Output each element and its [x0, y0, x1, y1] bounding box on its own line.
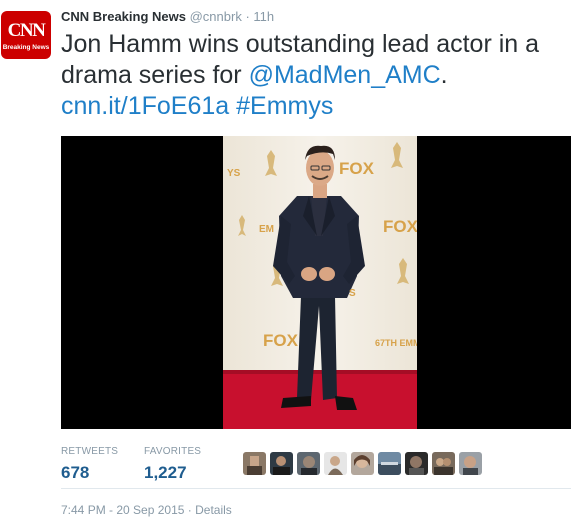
favoriter-avatar[interactable]	[243, 452, 266, 475]
favoriter-avatar[interactable]	[324, 452, 347, 475]
backdrop-fox-2: FOX	[383, 217, 417, 236]
cnn-avatar[interactable]: CNN Breaking News	[1, 11, 51, 59]
favorites-stat[interactable]: FAVORITES 1,227	[144, 446, 201, 483]
avatar-subtext: Breaking News	[2, 43, 50, 51]
retweets-label: RETWEETS	[61, 446, 119, 457]
photo-illustration: FOX FOX FOX YS EM S 67TH EMMY	[223, 136, 417, 429]
retweets-count: 678	[61, 463, 90, 482]
url-link[interactable]: cnn.it/1FoE61a	[61, 92, 229, 120]
favoriter-avatar[interactable]	[378, 452, 401, 475]
favoriter-avatar[interactable]	[270, 452, 293, 475]
backdrop-text-ys: YS	[227, 168, 241, 179]
backdrop-fox-3: FOX	[263, 331, 299, 350]
tweet-footer: 7:44 PM - 20 Sep 2015 · Details	[61, 503, 232, 517]
favoriter-avatar[interactable]	[351, 452, 374, 475]
favoriter-avatar[interactable]	[405, 452, 428, 475]
account-name[interactable]: CNN Breaking News	[61, 9, 186, 24]
details-link[interactable]: Details	[195, 503, 232, 517]
favoriter-avatar[interactable]	[432, 452, 455, 475]
tweet-text: Jon Hamm wins outstanding lead actor in …	[61, 29, 569, 122]
tweet-timestamp[interactable]: 7:44 PM - 20 Sep 2015	[61, 503, 184, 517]
favoriter-avatar[interactable]	[297, 452, 320, 475]
red-carpet-photo: FOX FOX FOX YS EM S 67TH EMMY	[223, 136, 417, 429]
tweet-header: CNN Breaking News @cnnbrk · 11h	[61, 9, 274, 25]
header-separator: ·	[245, 9, 250, 24]
favorites-count: 1,227	[144, 463, 187, 482]
backdrop-text-s: S	[349, 288, 356, 299]
stats-divider	[61, 488, 571, 489]
favorites-label: FAVORITES	[144, 446, 202, 457]
cnn-logo: CNN	[7, 19, 46, 41]
footer-separator: ·	[187, 503, 192, 517]
favoriter-avatar[interactable]	[459, 452, 482, 475]
tweet-time[interactable]: 11h	[253, 9, 274, 24]
mention-link[interactable]: @MadMen_AMC	[249, 61, 441, 89]
account-handle[interactable]: @cnnbrk	[190, 9, 242, 24]
tweet-media[interactable]: FOX FOX FOX YS EM S 67TH EMMY	[61, 136, 571, 429]
backdrop-fox-1: FOX	[339, 159, 375, 178]
hashtag-link[interactable]: #Emmys	[236, 92, 333, 120]
backdrop-text-em: EM	[259, 224, 274, 235]
tweet-text-end: .	[440, 61, 448, 89]
retweets-stat[interactable]: RETWEETS 678	[61, 446, 118, 483]
favoriter-avatars	[243, 452, 482, 475]
backdrop-text-emmy: 67TH EMMY	[375, 338, 417, 348]
